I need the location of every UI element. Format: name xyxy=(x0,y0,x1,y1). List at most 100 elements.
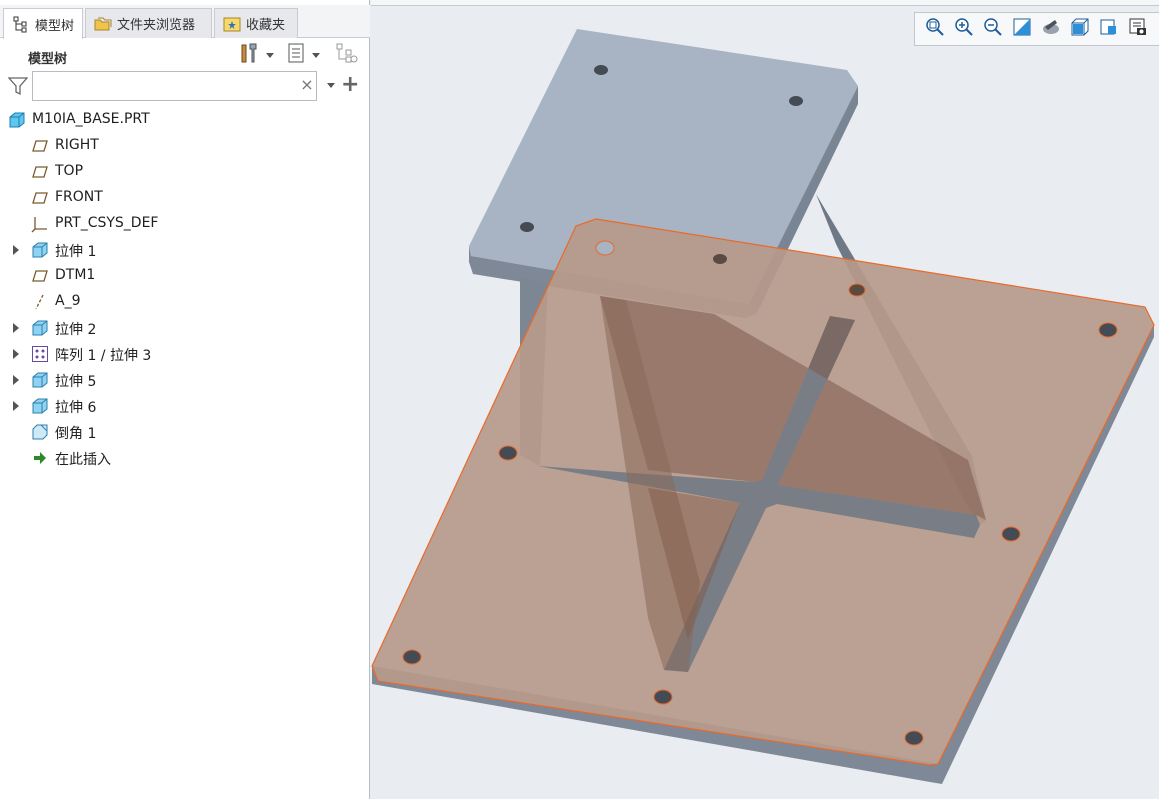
zoom-in-icon xyxy=(954,17,974,41)
part-icon xyxy=(8,111,26,129)
zoom-out-icon xyxy=(983,17,1003,41)
expand-arrow-icon[interactable] xyxy=(13,323,19,333)
annotation-display-button[interactable] xyxy=(1123,16,1152,42)
tree-item-label: 拉伸 2 xyxy=(55,322,97,338)
expand-arrow-icon[interactable] xyxy=(13,349,19,359)
panel-tabstrip: 模型树 文件夹浏览器 收藏夹 xyxy=(0,5,370,39)
coordinate-system-icon xyxy=(31,215,49,233)
hole xyxy=(498,445,518,461)
hole xyxy=(402,649,422,665)
filter-icon[interactable] xyxy=(7,76,29,96)
annotation-display-icon xyxy=(1128,17,1148,41)
tree-item-label: M10IA_BASE.PRT xyxy=(32,111,150,127)
3d-model-view[interactable] xyxy=(371,0,1159,799)
tree-item-label: 拉伸 6 xyxy=(55,400,97,416)
saved-views-button[interactable] xyxy=(1094,16,1123,42)
tab-label: 模型树 xyxy=(35,18,75,34)
tree-item[interactable]: FRONT xyxy=(0,185,370,211)
extrude-icon xyxy=(31,319,49,337)
show-button[interactable] xyxy=(286,42,320,68)
panel-title: 模型树 xyxy=(28,52,68,67)
zoom-out-button[interactable] xyxy=(978,16,1007,42)
expand-arrow-icon[interactable] xyxy=(13,375,19,385)
model-tree: M10IA_BASE.PRT RIGHT TOP FRONT PRT_CSYS_DEF 拉… xyxy=(0,107,370,471)
chevron-down-icon[interactable] xyxy=(327,83,335,88)
model-tree-icon xyxy=(12,15,30,33)
graphics-viewport[interactable] xyxy=(371,0,1159,799)
tree-item-label: 在此插入 xyxy=(55,452,111,468)
expand-arrow-icon[interactable] xyxy=(13,401,19,411)
tree-item[interactable]: 拉伸 1 xyxy=(0,237,370,263)
tools-icon xyxy=(238,42,260,68)
tree-item[interactable]: 拉伸 5 xyxy=(0,367,370,393)
tree-item-label: 拉伸 5 xyxy=(55,374,97,390)
hole xyxy=(713,254,727,264)
chamfer-icon xyxy=(31,423,49,441)
tree-item-label: RIGHT xyxy=(55,137,99,153)
tab-model-tree[interactable]: 模型树 xyxy=(3,8,83,39)
hole xyxy=(520,222,534,232)
tree-item[interactable]: 倒角 1 xyxy=(0,419,370,445)
model-tree-panel: 模型树 文件夹浏览器 收藏夹 模型树 × + M10IA_BASE.PRT RI… xyxy=(0,0,370,799)
datum-plane-icon xyxy=(31,163,49,181)
tree-item-label: DTM1 xyxy=(55,267,96,283)
tree-item[interactable]: 在此插入 xyxy=(0,445,370,471)
hole xyxy=(904,730,924,746)
datum-plane-icon xyxy=(31,137,49,155)
filter-row: × + xyxy=(0,70,370,102)
repaint-icon xyxy=(1012,17,1032,41)
tab-label: 文件夹浏览器 xyxy=(117,18,196,33)
hole xyxy=(595,240,615,256)
repaint-button[interactable] xyxy=(1007,16,1036,42)
pattern-icon xyxy=(31,345,49,363)
search-input[interactable] xyxy=(32,71,317,101)
favorites-icon xyxy=(223,15,241,33)
hole xyxy=(789,96,803,106)
tree-item[interactable]: 拉伸 2 xyxy=(0,315,370,341)
panel-header: 模型树 xyxy=(0,38,370,72)
tree-item[interactable]: 阵列 1 / 拉伸 3 xyxy=(0,341,370,367)
refit-button[interactable] xyxy=(920,16,949,42)
saved-views-icon xyxy=(1099,17,1119,41)
tree-item[interactable]: 拉伸 6 xyxy=(0,393,370,419)
tree-item[interactable]: TOP xyxy=(0,159,370,185)
tab-favorites[interactable]: 收藏夹 xyxy=(214,8,298,38)
datum-plane-icon xyxy=(31,267,49,285)
tab-label: 收藏夹 xyxy=(246,18,286,33)
tree-item-label: PRT_CSYS_DEF xyxy=(55,215,159,231)
display-style-icon xyxy=(1070,17,1090,41)
extrude-icon xyxy=(31,371,49,389)
list-view-icon xyxy=(286,42,306,68)
expand-arrow-icon[interactable] xyxy=(13,245,19,255)
tree-item-label: FRONT xyxy=(55,189,103,205)
tree-root-item[interactable]: M10IA_BASE.PRT xyxy=(0,107,370,133)
tree-item[interactable]: PRT_CSYS_DEF xyxy=(0,211,370,237)
datum-axis-icon xyxy=(31,293,49,311)
datum-plane-icon xyxy=(31,189,49,207)
insert-here-arrow-icon xyxy=(31,449,49,467)
chevron-down-icon xyxy=(266,52,274,58)
hole xyxy=(653,689,673,705)
view-toolbar xyxy=(914,12,1159,46)
clear-search-icon[interactable]: × xyxy=(299,76,315,94)
display-style-button[interactable] xyxy=(1065,16,1094,42)
tree-item-label: 阵列 1 / 拉伸 3 xyxy=(55,348,152,364)
refit-icon xyxy=(925,17,945,41)
tree-filter-button[interactable] xyxy=(335,42,359,68)
folder-browser-icon xyxy=(94,15,112,33)
tab-folder-browser[interactable]: 文件夹浏览器 xyxy=(85,8,212,38)
tree-item-label: A_9 xyxy=(55,293,81,309)
settings-button[interactable] xyxy=(238,42,274,68)
tree-item[interactable]: DTM1 xyxy=(0,263,370,289)
tree-item-label: TOP xyxy=(55,163,84,179)
tree-item-label: 倒角 1 xyxy=(55,426,97,442)
tree-filter-icon xyxy=(335,41,359,69)
view-manager-button[interactable] xyxy=(1036,16,1065,42)
extrude-icon xyxy=(31,397,49,415)
tree-item[interactable]: A_9 xyxy=(0,289,370,315)
add-filter-button[interactable]: + xyxy=(341,73,359,97)
extrude-icon xyxy=(31,241,49,259)
zoom-in-button[interactable] xyxy=(949,16,978,42)
tree-item[interactable]: RIGHT xyxy=(0,133,370,159)
hole xyxy=(1001,526,1021,542)
